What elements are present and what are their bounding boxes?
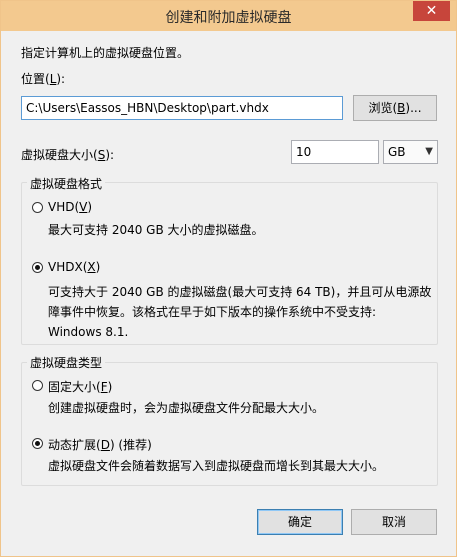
size-unit-select[interactable]: GB ▼ xyxy=(383,140,438,164)
vhd-label[interactable]: VHD(V) xyxy=(48,200,92,214)
chevron-down-icon: ▼ xyxy=(425,146,433,157)
fixed-size-description: 创建虚拟硬盘时，会为虚拟硬盘文件分配最大大小。 xyxy=(48,401,325,415)
size-input[interactable]: 10 xyxy=(291,140,379,164)
window-title: 创建和附加虚拟硬盘 xyxy=(165,10,292,26)
fixed-size-label[interactable]: 固定大小(F) xyxy=(48,378,112,395)
title-bar[interactable]: 创建和附加虚拟硬盘 ✕ xyxy=(1,1,456,31)
dynamic-radio[interactable] xyxy=(32,438,43,449)
close-icon: ✕ xyxy=(425,3,438,19)
close-button[interactable]: ✕ xyxy=(413,1,450,21)
dialog-window: 创建和附加虚拟硬盘 ✕ 指定计算机上的虚拟硬盘位置。 位置(L): C:\Use… xyxy=(0,0,457,557)
vhdx-description: 可支持大于 2040 GB 的虚拟磁盘(最大可支持 64 TB)，并且可从电源故… xyxy=(48,285,432,339)
vhdx-label[interactable]: VHDX(X) xyxy=(48,260,100,274)
dynamic-label[interactable]: 动态扩展(D) (推荐) xyxy=(48,436,152,453)
vhd-description: 最大可支持 2040 GB 大小的虚拟磁盘。 xyxy=(48,223,264,237)
cancel-button[interactable]: 取消 xyxy=(351,509,437,535)
location-input[interactable]: C:\Users\Eassos_HBN\Desktop\part.vhdx xyxy=(21,96,343,120)
ok-button[interactable]: 确定 xyxy=(257,509,343,535)
location-label: 位置(L): xyxy=(21,72,66,86)
dynamic-description: 虚拟硬盘文件会随着数据写入到虚拟硬盘而增长到其最大大小。 xyxy=(48,459,385,473)
format-group-title: 虚拟硬盘格式 xyxy=(27,175,106,192)
type-group-title: 虚拟硬盘类型 xyxy=(27,354,106,371)
size-unit-value: GB xyxy=(388,145,406,159)
vhd-radio[interactable] xyxy=(32,202,43,213)
size-label: 虚拟硬盘大小(S): xyxy=(21,148,115,162)
vhdx-radio[interactable] xyxy=(32,262,43,273)
fixed-size-radio[interactable] xyxy=(32,380,43,391)
browse-button[interactable]: 浏览(B)... xyxy=(353,95,437,121)
instruction-text: 指定计算机上的虚拟硬盘位置。 xyxy=(21,46,190,60)
